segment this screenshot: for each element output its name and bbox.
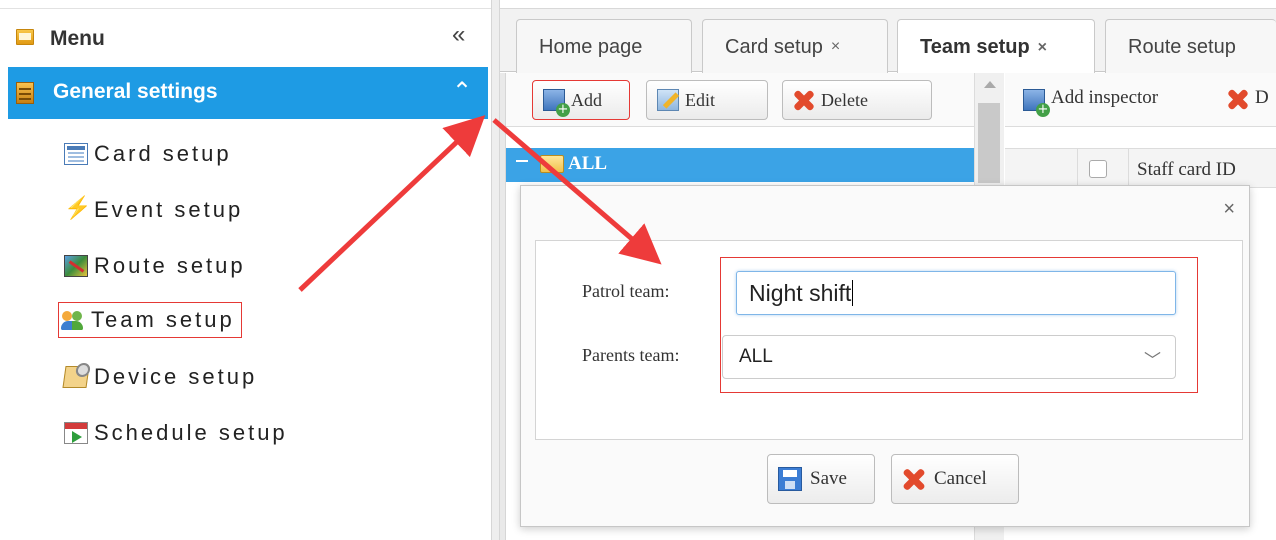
tab-team-setup[interactable]: Team setup ×: [897, 19, 1095, 75]
tab-label: Home page: [539, 35, 643, 58]
close-icon[interactable]: ×: [831, 38, 840, 56]
edit-button[interactable]: Edit: [646, 80, 768, 120]
delete-button[interactable]: Delete: [782, 80, 932, 120]
collapse-sidebar-icon[interactable]: «: [452, 21, 465, 49]
map-icon: [64, 255, 88, 277]
dialog-body: Patrol team: Night shift Parents team: A…: [535, 240, 1243, 440]
calendar-icon: [64, 422, 88, 444]
sidebar-item-label: Route setup: [94, 253, 246, 278]
grid-header: Staff card ID: [1005, 148, 1276, 189]
sidebar-item-event-setup[interactable]: Event setup: [64, 192, 243, 228]
frame-border: [500, 73, 506, 540]
sidebar-item-device-setup[interactable]: Device setup: [62, 359, 258, 395]
patrol-team-label: Patrol team:: [582, 281, 670, 301]
delete-inspector-button[interactable]: D: [1255, 87, 1269, 109]
general-settings-title: General settings: [53, 80, 218, 103]
sidebar-item-label: Device setup: [94, 364, 258, 389]
collapse-node-icon[interactable]: [516, 160, 528, 162]
add-icon: [543, 89, 570, 117]
cabinet-icon: [16, 82, 34, 104]
edit-icon: [657, 89, 679, 111]
tree-node-all[interactable]: ALL: [506, 148, 974, 182]
sidebar-item-schedule-setup[interactable]: Schedule setup: [64, 415, 288, 451]
menu-header: Menu «: [0, 8, 491, 64]
inspector-toolbar: Add inspector D: [1005, 73, 1276, 127]
save-icon: [778, 467, 802, 491]
lightning-icon: [64, 195, 91, 221]
sidebar-item-label: Team setup: [91, 307, 235, 332]
add-label: Add: [571, 89, 602, 110]
sidebar-item-label: Card setup: [94, 141, 232, 166]
card-icon: [64, 143, 88, 165]
sidebar-item-route-setup[interactable]: Route setup: [64, 248, 246, 284]
sidebar: Menu « General settings ⌃ Card setup Eve…: [0, 0, 491, 540]
sidebar-item-label: Event setup: [94, 197, 244, 222]
column-divider: [1128, 149, 1129, 189]
sidebar-item-card-setup[interactable]: Card setup: [64, 136, 232, 172]
team-icon: [61, 309, 85, 331]
delete-icon: [1227, 88, 1249, 110]
save-label: Save: [810, 468, 847, 489]
scroll-up-icon[interactable]: [984, 81, 996, 88]
chevron-up-icon[interactable]: ⌃: [452, 77, 472, 106]
edit-label: Edit: [685, 89, 715, 110]
tab-card-setup[interactable]: Card setup ×: [702, 19, 888, 74]
add-inspector-button[interactable]: Add inspector: [1051, 87, 1158, 109]
team-toolbar: Add Edit Delete: [506, 73, 976, 127]
panel-splitter[interactable]: [491, 0, 500, 540]
menu-icon: [16, 29, 34, 45]
close-icon[interactable]: ×: [1223, 198, 1235, 221]
select-all-checkbox[interactable]: [1089, 160, 1107, 178]
tab-label: Card setup: [725, 35, 823, 58]
menu-title: Menu: [50, 27, 105, 50]
scroll-thumb[interactable]: [978, 103, 1000, 183]
dialog-footer: Save Cancel: [521, 442, 1249, 526]
annotation-highlight-box: [720, 257, 1198, 393]
parents-team-label: Parents team:: [582, 345, 680, 365]
cancel-label: Cancel: [934, 468, 987, 489]
tree-node-label: ALL: [568, 153, 608, 174]
tab-label: Route setup: [1128, 35, 1236, 58]
sidebar-item-label: Schedule setup: [94, 420, 288, 445]
cancel-icon: [902, 467, 926, 491]
add-button[interactable]: Add: [532, 80, 630, 120]
add-inspector-icon: [1023, 89, 1050, 117]
team-dialog: × Patrol team: Night shift Parents team:…: [520, 185, 1250, 527]
tab-home-page[interactable]: Home page: [516, 19, 692, 74]
column-divider: [1077, 149, 1078, 189]
folder-icon: [540, 155, 564, 173]
tab-route-setup[interactable]: Route setup: [1105, 19, 1276, 74]
tab-strip: Home page Card setup × Team setup × Rout…: [500, 8, 1276, 75]
save-button[interactable]: Save: [767, 454, 875, 504]
device-icon: [62, 366, 90, 388]
tab-label: Team setup: [920, 36, 1030, 58]
general-settings-group[interactable]: General settings ⌃: [8, 67, 488, 119]
close-icon[interactable]: ×: [1038, 39, 1047, 57]
delete-label: Delete: [821, 89, 868, 110]
delete-icon: [793, 89, 815, 111]
column-header-staff-card-id[interactable]: Staff card ID: [1137, 159, 1236, 181]
sidebar-item-team-setup[interactable]: Team setup: [58, 302, 242, 338]
cancel-button[interactable]: Cancel: [891, 454, 1019, 504]
